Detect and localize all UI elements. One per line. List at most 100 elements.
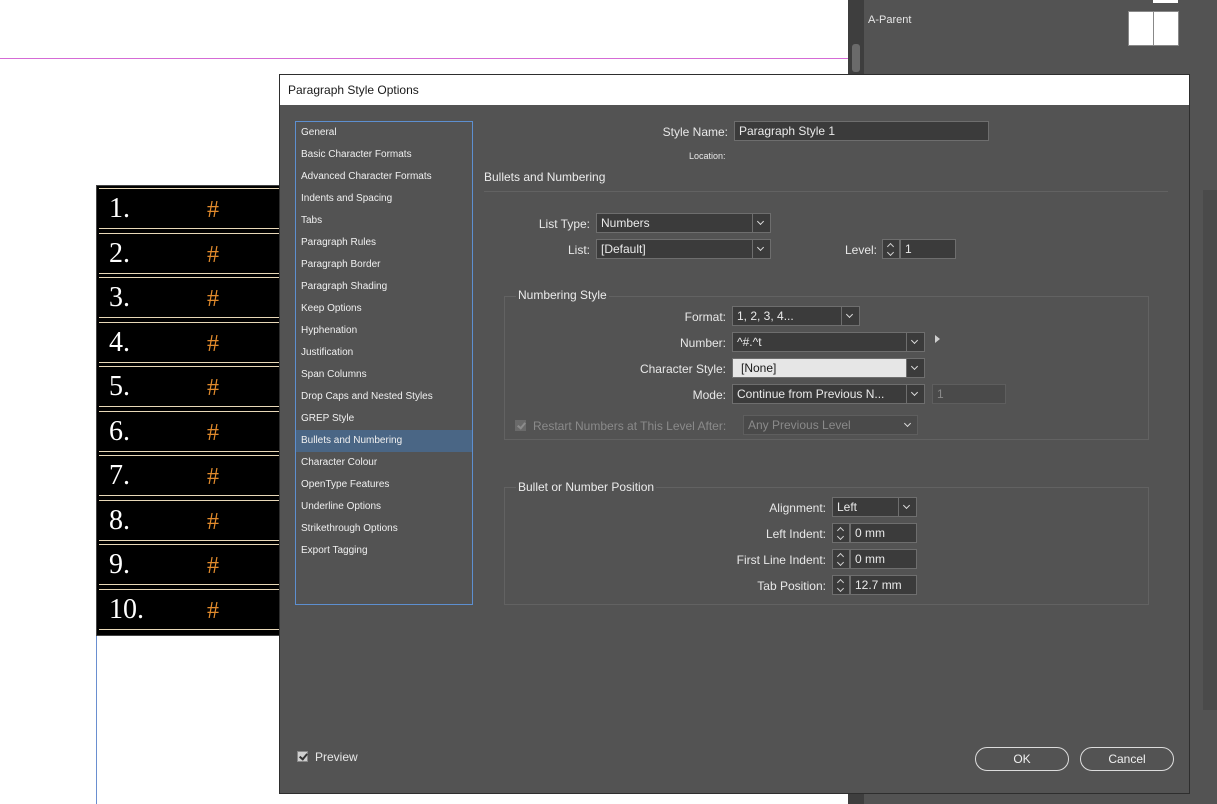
mode-value: Continue from Previous N... [737, 387, 885, 401]
list-number: 2. [109, 237, 130, 269]
numbered-list-frame[interactable]: 1. #2. #3. #4. #5. #6. #7. #8. #9. #10. # [96, 185, 288, 636]
category-item[interactable]: Keep Options [296, 298, 472, 320]
category-item[interactable]: Paragraph Border [296, 254, 472, 276]
left-indent-input[interactable]: 0 mm [850, 523, 917, 543]
list-type-dropdown[interactable]: Numbers [596, 213, 771, 233]
category-item[interactable]: Tabs [296, 210, 472, 232]
section-divider [484, 191, 1168, 192]
category-item[interactable]: Advanced Character Formats [296, 166, 472, 188]
list-row: 2. # [99, 232, 284, 274]
category-list: General Basic Character Formats Advanced C… [295, 121, 473, 605]
tab-position-label: Tab Position: [757, 579, 826, 593]
category-item[interactable]: OpenType Features [296, 474, 472, 496]
list-label: List: [567, 243, 590, 257]
preview-checkbox[interactable] [297, 751, 308, 762]
parent-page-thumb-left[interactable] [1128, 11, 1154, 46]
category-item[interactable]: General [296, 122, 472, 144]
location-label: Location: [689, 151, 726, 161]
style-name-input[interactable]: Paragraph Style 1 [734, 121, 989, 141]
cancel-button[interactable]: Cancel [1080, 747, 1174, 771]
category-item[interactable]: Justification [296, 342, 472, 364]
chevron-down-icon [906, 333, 924, 351]
side-panel-strip [1203, 190, 1217, 710]
restart-level-dropdown[interactable]: Any Previous Level [743, 415, 918, 435]
list-marker: # [207, 197, 219, 223]
list-number: 10. [109, 593, 144, 625]
section-title: Bullets and Numbering [484, 170, 606, 184]
list-row: 5. # [99, 366, 284, 407]
category-item[interactable]: Underline Options [296, 496, 472, 518]
scrollbar-thumb[interactable] [852, 44, 860, 72]
list-number: 4. [109, 326, 130, 358]
category-item[interactable]: Paragraph Shading [296, 276, 472, 298]
category-item[interactable]: GREP Style [296, 408, 472, 430]
special-character-menu-icon[interactable] [935, 335, 940, 343]
first-line-indent-label: First Line Indent: [736, 553, 826, 567]
ok-button[interactable]: OK [975, 747, 1069, 771]
alignment-dropdown[interactable]: Left [832, 497, 917, 517]
paragraph-style-options-dialog: Paragraph Style Options General Basic Cha… [279, 74, 1190, 794]
category-item[interactable]: Character Colour [296, 452, 472, 474]
list-marker: # [207, 375, 219, 401]
list-marker: # [207, 330, 219, 357]
category-item[interactable]: Basic Character Formats [296, 144, 472, 166]
alignment-value: Left [837, 500, 858, 514]
chevron-down-icon [898, 498, 916, 516]
category-item[interactable]: Span Columns [296, 364, 472, 386]
mode-dropdown[interactable]: Continue from Previous N... [732, 384, 925, 404]
numbering-style-title: Numbering Style [516, 288, 609, 302]
mode-label: Mode: [692, 388, 726, 402]
restart-numbers-checkbox[interactable] [515, 420, 526, 431]
character-style-dropdown[interactable]: [None] [732, 358, 925, 378]
dialog-titlebar[interactable]: Paragraph Style Options [280, 75, 1189, 105]
list-marker: # [207, 464, 219, 490]
list-number: 3. [109, 282, 130, 313]
character-style-label: Character Style: [639, 362, 726, 376]
first-line-indent-input[interactable]: 0 mm [850, 549, 917, 569]
left-indent-label: Left Indent: [765, 527, 826, 541]
list-marker: # [207, 419, 219, 446]
character-style-value: [None] [741, 361, 777, 375]
category-item[interactable]: Bullets and Numbering [296, 430, 472, 452]
first-line-indent-stepper[interactable] [832, 549, 850, 569]
restart-numbers-label: Restart Numbers at This Level After: [533, 419, 727, 433]
dialog-title: Paragraph Style Options [288, 83, 419, 97]
tab-position-input[interactable]: 12.7 mm [850, 575, 917, 595]
page-thumb-top[interactable] [1153, 0, 1178, 3]
list-marker: # [207, 597, 219, 624]
list-row: 3. # [99, 277, 284, 318]
category-item[interactable]: Hyphenation [296, 320, 472, 342]
position-group [504, 487, 1149, 605]
category-item[interactable]: Drop Caps and Nested Styles [296, 386, 472, 408]
chevron-down-icon [906, 385, 924, 403]
list-number: 6. [109, 415, 130, 447]
category-item[interactable]: Paragraph Rules [296, 232, 472, 254]
category-item[interactable]: Indents and Spacing [296, 188, 472, 210]
list-marker: # [207, 553, 219, 579]
format-dropdown[interactable]: 1, 2, 3, 4... [732, 306, 860, 326]
tab-position-stepper[interactable] [832, 575, 850, 595]
category-item[interactable]: Export Tagging [296, 540, 472, 562]
position-group-title: Bullet or Number Position [516, 480, 657, 494]
list-row: 10. # [99, 588, 284, 630]
style-name-label: Style Name: [662, 125, 728, 139]
chevron-down-icon [752, 240, 770, 258]
level-label: Level: [844, 243, 877, 257]
alignment-label: Alignment: [769, 501, 826, 515]
number-label: Number: [679, 336, 726, 350]
level-input[interactable]: 1 [900, 239, 956, 259]
list-marker: # [207, 241, 219, 268]
list-marker: # [207, 508, 219, 535]
list-dropdown[interactable]: [Default] [596, 239, 771, 259]
list-number: 5. [109, 371, 130, 402]
parent-page-thumb-right[interactable] [1153, 11, 1179, 46]
number-input[interactable]: ^#.^t [732, 332, 925, 352]
list-row: 7. # [99, 455, 284, 496]
list-value: [Default] [601, 242, 646, 256]
chevron-down-icon [900, 416, 917, 434]
list-row: 4. # [99, 321, 284, 363]
left-indent-stepper[interactable] [832, 523, 850, 543]
level-stepper[interactable] [882, 239, 900, 259]
mode-start-input[interactable]: 1 [932, 384, 1006, 404]
category-item[interactable]: Strikethrough Options [296, 518, 472, 540]
